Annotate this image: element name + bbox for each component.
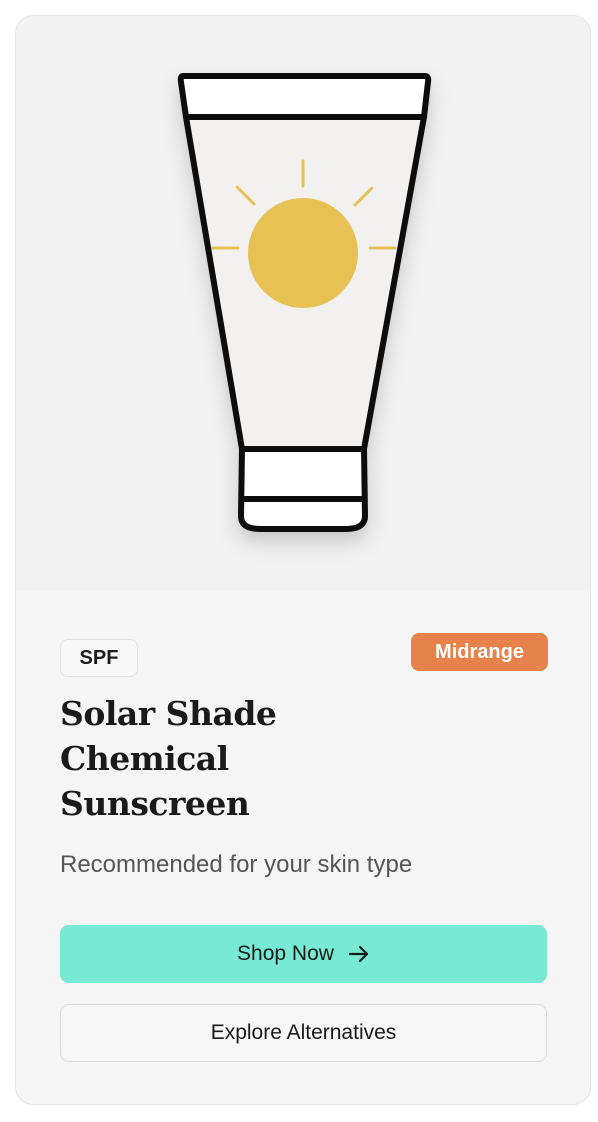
product-title-line: Solar Shade [60,694,277,733]
explore-alternatives-button[interactable]: Explore Alternatives [60,1004,547,1062]
arrow-right-icon [348,943,370,965]
product-image [16,16,590,591]
product-title: Solar Shade Chemical Sunscreen [60,691,360,826]
tube-crimp [177,73,432,120]
tube-cap [238,446,368,532]
sunscreen-tube-icon [177,73,432,532]
category-badge: SPF [60,639,138,677]
product-details: SPF Midrange Solar Shade Chemical Sunscr… [16,591,590,1104]
product-title-line: Chemical [60,739,229,778]
price-tier-badge: Midrange [411,633,548,671]
recommendation-text: Recommended for your skin type [60,851,413,878]
product-card: SPF Midrange Solar Shade Chemical Sunscr… [15,15,591,1105]
product-title-line: Sunscreen [60,784,250,823]
sun-disc [248,198,358,308]
shop-now-button[interactable]: Shop Now [60,925,547,983]
shop-now-label: Shop Now [237,942,334,965]
